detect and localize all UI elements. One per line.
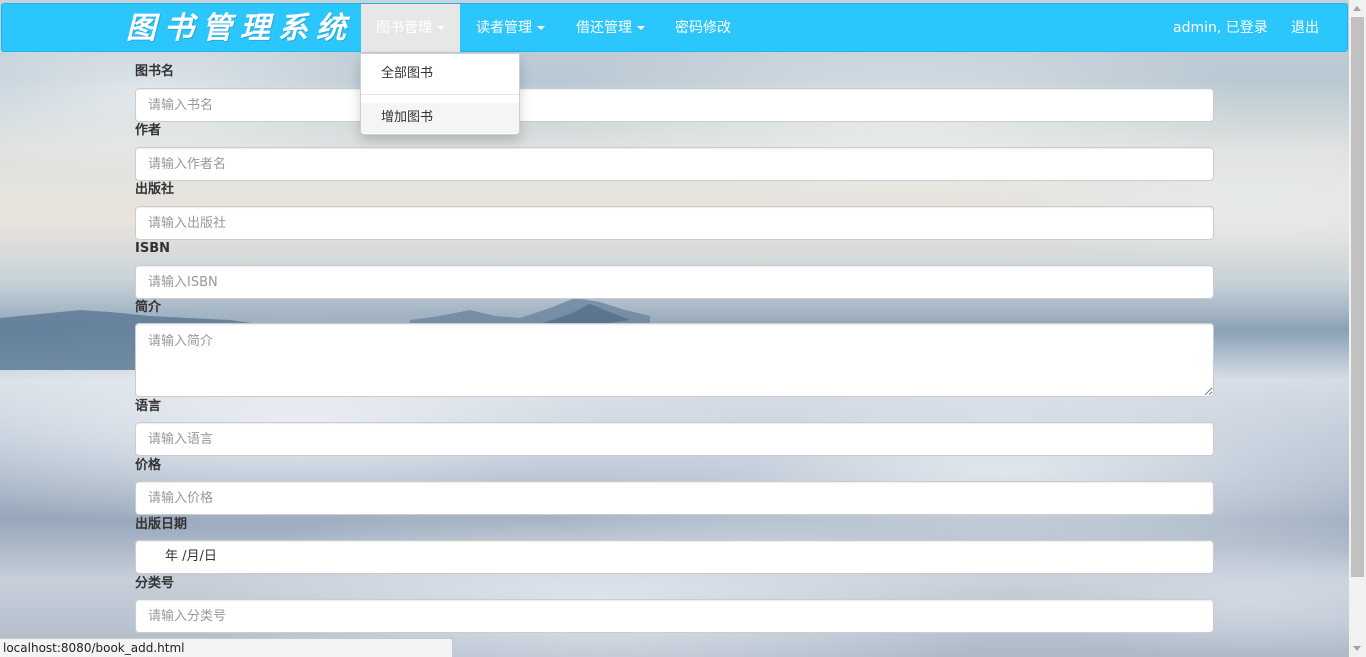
nav-borrow-management-label: 借还管理 <box>576 20 632 36</box>
caret-down-icon <box>537 26 545 30</box>
publish-date-input[interactable]: 年 /月/日 <box>135 540 1214 574</box>
label-introduction: 简介 <box>135 300 162 315</box>
scroll-thumb[interactable] <box>1351 17 1364 577</box>
label-publish-date: 出版日期 <box>135 517 188 532</box>
dropdown-item-add-book[interactable]: 增加图书 <box>361 103 519 133</box>
nav-reader-management-label: 读者管理 <box>476 20 532 36</box>
label-publisher: 出版社 <box>135 182 175 197</box>
isbn-input[interactable] <box>135 265 1214 299</box>
scroll-up-arrow-icon[interactable] <box>1353 6 1361 11</box>
book-name-input[interactable] <box>135 88 1214 122</box>
nav-book-management[interactable]: 图书管理 <box>361 4 460 52</box>
introduction-textarea[interactable] <box>135 323 1214 397</box>
nav-borrow-management[interactable]: 借还管理 <box>576 4 645 52</box>
label-book-name: 图书名 <box>135 64 175 79</box>
publish-date-value: 年 /月/日 <box>165 549 217 564</box>
label-language: 语言 <box>135 399 162 414</box>
nav-book-management-label: 图书管理 <box>376 20 432 36</box>
dropdown-divider <box>361 94 519 95</box>
vertical-scrollbar[interactable] <box>1349 0 1366 657</box>
user-status-link[interactable]: admin, 已登录 <box>1173 4 1268 52</box>
label-author: 作者 <box>135 123 162 138</box>
top-navbar: 图书管理系统 图书管理 读者管理 借还管理 密码修改 admin, 已登录 退出 <box>1 3 1348 52</box>
nav-password-change[interactable]: 密码修改 <box>675 4 731 52</box>
dropdown-item-all-books[interactable]: 全部图书 <box>361 59 519 89</box>
scroll-down-arrow-icon[interactable] <box>1353 646 1361 651</box>
brand-logo[interactable]: 图书管理系统 <box>126 8 354 49</box>
nav-reader-management[interactable]: 读者管理 <box>476 4 545 52</box>
language-input[interactable] <box>135 422 1214 456</box>
logout-link[interactable]: 退出 <box>1291 4 1319 52</box>
nav-password-change-label: 密码修改 <box>675 20 731 36</box>
price-input[interactable] <box>135 481 1214 515</box>
label-class-number: 分类号 <box>135 576 175 591</box>
class-number-input[interactable] <box>135 599 1214 633</box>
label-isbn: ISBN <box>135 241 170 256</box>
browser-status-bar: localhost:8080/book_add.html <box>0 638 453 657</box>
caret-down-icon <box>637 26 645 30</box>
caret-down-icon <box>437 26 445 30</box>
author-input[interactable] <box>135 147 1214 181</box>
label-price: 价格 <box>135 458 162 473</box>
book-management-dropdown: 全部图书 增加图书 <box>360 53 520 135</box>
publisher-input[interactable] <box>135 206 1214 240</box>
